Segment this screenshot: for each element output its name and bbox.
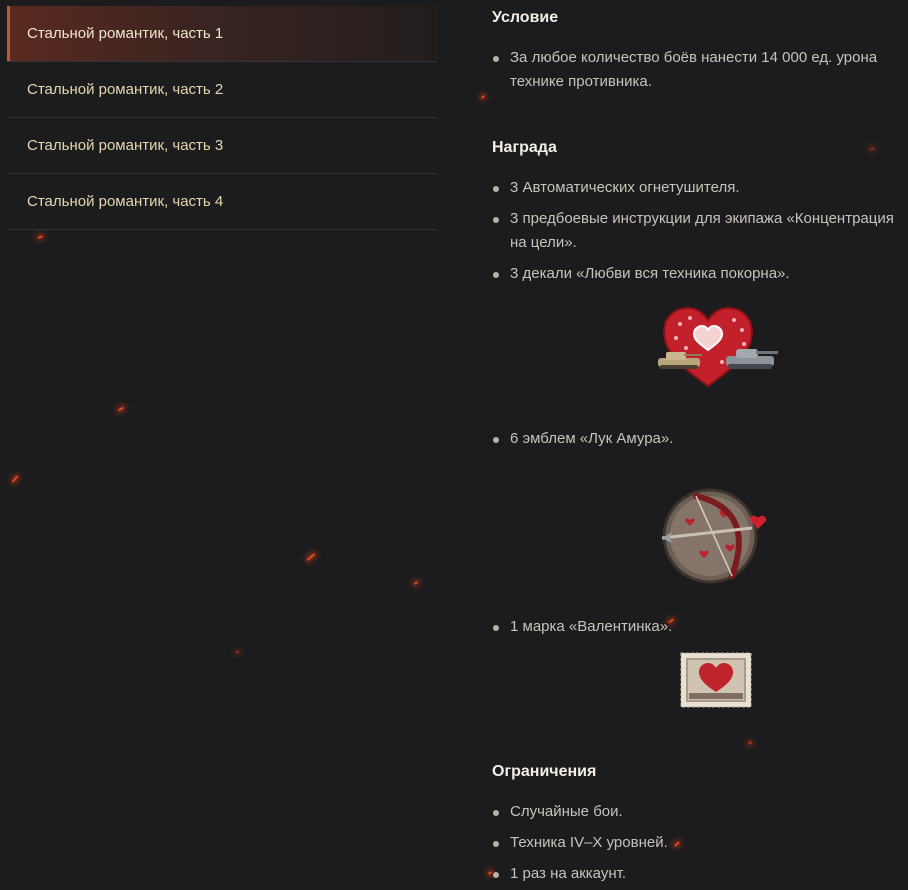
- sidebar-item-label: Стальной романтик, часть 2: [27, 81, 224, 98]
- sidebar-nav: Стальной романтик, часть 1 Стальной рома…: [7, 6, 437, 230]
- sidebar-item-part-1[interactable]: Стальной романтик, часть 1: [7, 6, 437, 62]
- valentine-stamp-icon: [680, 652, 752, 708]
- restriction-item: Техника IV–X уровней.: [492, 831, 906, 855]
- condition-heading: Условие: [492, 9, 559, 26]
- restrictions-heading: Ограничения: [492, 763, 597, 780]
- cupid-bow-emblem-icon: [661, 488, 767, 584]
- reward-item: 1 марка «Валентинка».: [492, 615, 906, 639]
- sidebar-item-label: Стальной романтик, часть 3: [27, 137, 224, 154]
- reward-item: 3 предбоевые инструкции для экипажа «Кон…: [492, 207, 906, 255]
- sidebar-item-label: Стальной романтик, часть 4: [27, 193, 224, 210]
- condition-item: За любое количество боёв нанести 14 000 …: [492, 46, 906, 94]
- sidebar-item-part-4[interactable]: Стальной романтик, часть 4: [7, 174, 437, 230]
- sidebar-item-part-2[interactable]: Стальной романтик, часть 2: [7, 62, 437, 118]
- reward-item: 3 декали «Любви вся техника покорна».: [492, 262, 906, 286]
- reward-item: 3 Автоматических огнетушителя.: [492, 176, 906, 200]
- restriction-item: Случайные бои.: [492, 800, 906, 824]
- reward-item: 6 эмблем «Лук Амура».: [492, 427, 906, 451]
- sidebar-item-part-3[interactable]: Стальной романтик, часть 3: [7, 118, 437, 174]
- sidebar-item-label: Стальной романтик, часть 1: [27, 25, 224, 42]
- heart-tanks-decal-icon: [658, 306, 778, 388]
- reward-heading: Награда: [492, 139, 557, 156]
- restriction-item: 1 раз на аккаунт.: [492, 862, 906, 886]
